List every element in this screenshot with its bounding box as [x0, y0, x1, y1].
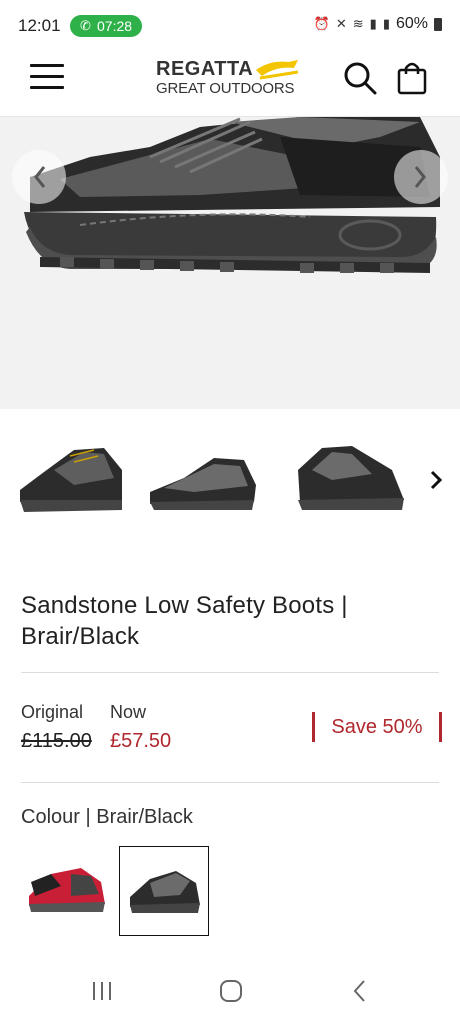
back-icon[interactable]: [350, 978, 370, 1004]
original-price-label: Original: [21, 702, 84, 722]
product-main-image[interactable]: [0, 117, 460, 409]
colour-swatch-brair-black[interactable]: [119, 846, 209, 936]
thumbnails-next-chevron-icon[interactable]: [424, 466, 448, 494]
status-time: 12:01: [18, 16, 61, 35]
mute-icon: ✕: [335, 16, 347, 31]
alarm-icon: ⏰: [313, 16, 330, 31]
recent-apps-icon[interactable]: [90, 978, 114, 1004]
image-prev-button[interactable]: [12, 150, 66, 204]
original-price: £115.00: [21, 730, 92, 752]
wifi-icon: ≋: [352, 16, 364, 31]
call-indicator[interactable]: ✆ 07:28: [70, 15, 142, 37]
shopping-bag-icon[interactable]: [396, 60, 428, 96]
thumbnail-strip: [0, 430, 460, 530]
colour-label: Colour | Brair/Black: [21, 806, 193, 828]
system-nav-bar: [0, 962, 460, 1024]
menu-icon[interactable]: [30, 64, 64, 90]
chevron-right-icon: [414, 166, 426, 188]
product-title: Sandstone Low Safety Boots | Brair/Black: [21, 592, 348, 650]
home-icon[interactable]: [218, 978, 244, 1004]
chevron-left-icon: [34, 166, 46, 188]
call-timer: 07:28: [97, 18, 133, 34]
boot-image: [24, 117, 440, 273]
image-next-button[interactable]: [394, 150, 448, 204]
brand-tagline: GREAT OUTDOORS: [156, 80, 295, 97]
brand-logo[interactable]: REGATTA GREAT OUTDOORS: [156, 56, 306, 100]
now-price-label: Now: [110, 702, 147, 722]
save-badge: Save 50%: [312, 712, 442, 742]
battery-icon: [434, 17, 442, 31]
now-price: £57.50: [110, 730, 172, 752]
brand-name: REGATTA: [156, 58, 254, 80]
battery-percent: 60%: [395, 15, 428, 32]
brand-mark-icon: [256, 60, 299, 80]
divider: [21, 672, 439, 673]
phone-icon: ✆: [80, 18, 91, 33]
search-icon[interactable]: [342, 60, 378, 96]
colour-swatch-red[interactable]: [21, 846, 111, 936]
thumbnail-angled-view[interactable]: [144, 430, 256, 526]
signal-icon-2: ▮: [382, 16, 390, 31]
thumbnail-side-view[interactable]: [14, 430, 126, 526]
thumbnail-front-angled-view[interactable]: [292, 430, 404, 526]
status-icons: ⏰ ✕ ≋ ▮ ▮ 60%: [314, 15, 442, 33]
divider: [21, 782, 439, 783]
signal-icon: ▮: [369, 16, 377, 31]
red-boot-image: [29, 868, 105, 912]
black-boot-image: [130, 871, 200, 913]
site-header: REGATTA GREAT OUTDOORS: [0, 38, 460, 117]
